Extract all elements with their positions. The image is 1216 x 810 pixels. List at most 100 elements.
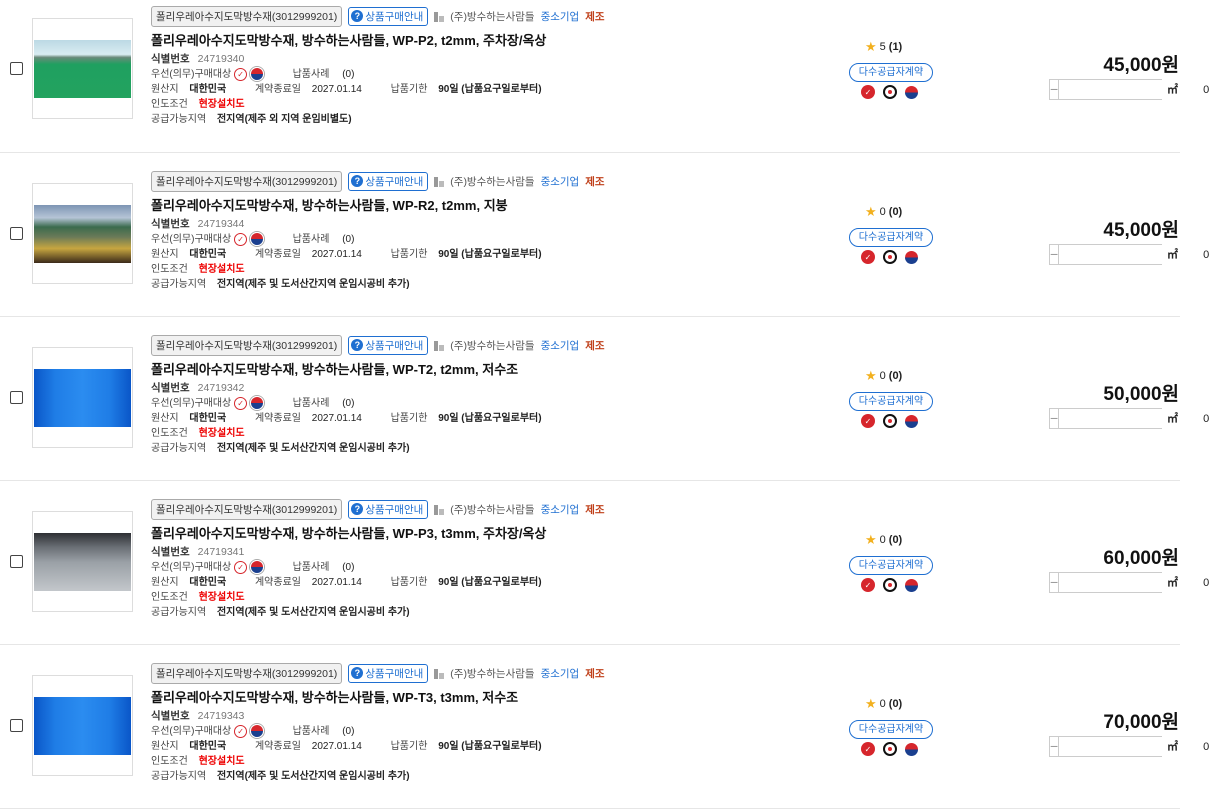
supply-area-value: 전지역(제주 및 도서산간지역 운임시공비 추가)	[216, 279, 410, 290]
category-tag[interactable]: 폴리우레아수지도막방수재(3012999201)	[151, 170, 343, 192]
company-name[interactable]: (주)방수하는사람들	[450, 174, 534, 189]
sme-badge: 중소기업	[540, 175, 580, 188]
rating-count[interactable]: (0)	[889, 370, 902, 382]
deadline-label: 납품기한	[390, 413, 428, 424]
meta-block: 우선(의무)구매대상 ✓ 납품사례 (0) 원산지 대한민국 계약종료일 202…	[151, 396, 1180, 456]
rating-count[interactable]: (1)	[889, 41, 902, 53]
delivery-case-value[interactable]: (0)	[342, 726, 354, 737]
product-thumbnail[interactable]	[32, 347, 133, 448]
meta-line-1: 우선(의무)구매대상 ✓ 납품사례 (0)	[151, 560, 1180, 575]
category-tag[interactable]: 폴리우레아수지도막방수재(3012999201)	[151, 5, 343, 27]
priority-cert-icon: ✓	[234, 560, 248, 574]
purchase-guide-tag[interactable]: ? 상품구매안내	[348, 663, 429, 683]
company-name[interactable]: (주)방수하는사람들	[450, 502, 534, 517]
product-title[interactable]: 폴리우레아수지도막방수재, 방수하는사람들, WP-P2, t2mm, 주차장/…	[151, 30, 1180, 48]
delivery-case-value[interactable]: (0)	[342, 69, 354, 80]
contract-type-button[interactable]: 다수공급자계약	[849, 556, 933, 575]
star-icon: ★	[865, 204, 877, 219]
meta-line-1: 우선(의무)구매대상 ✓ 납품사례 (0)	[151, 724, 1180, 739]
select-checkbox[interactable]	[10, 719, 23, 732]
contract-end-value: 2027.01.14	[311, 577, 362, 588]
contract-type-button[interactable]: 다수공급자계약	[849, 63, 933, 82]
tag-line: 폴리우레아수지도막방수재(3012999201) ? 상품구매안내 (주)방수하는…	[151, 5, 1180, 27]
korea-cert-badge-icon	[905, 85, 918, 99]
manufacturer-badge: 제조	[585, 339, 605, 352]
building-icon	[434, 668, 445, 679]
deadline-label: 납품기한	[390, 249, 428, 260]
select-checkbox[interactable]	[10, 227, 23, 240]
meta-line-4: 공급가능지역 전지역(제주 및 도서산간지역 운임시공비 추가)	[151, 769, 1180, 784]
product-title[interactable]: 폴리우레아수지도막방수재, 방수하는사람들, WP-T3, t3mm, 저수조	[151, 687, 1180, 705]
price: 50,000원	[1103, 384, 1179, 405]
select-checkbox[interactable]	[10, 391, 23, 404]
korea-cert-badge-icon	[905, 742, 918, 756]
rating-count[interactable]: (0)	[889, 534, 902, 546]
product-thumbnail[interactable]	[32, 511, 133, 612]
id-line: 식별번호 24719340	[151, 51, 1180, 65]
deadline-label: 납품기한	[390, 84, 428, 95]
product-info: 폴리우레아수지도막방수재(3012999201) ? 상품구매안내 (주)방수하는…	[151, 5, 1180, 127]
contract-type-button[interactable]: 다수공급자계약	[849, 392, 933, 411]
qty-minus-button[interactable]: −	[1050, 409, 1060, 428]
qty-input[interactable]	[1059, 80, 1216, 99]
select-checkbox[interactable]	[10, 62, 23, 75]
product-title[interactable]: 폴리우레아수지도막방수재, 방수하는사람들, WP-R2, t2mm, 지붕	[151, 195, 1180, 213]
qty-input[interactable]	[1059, 737, 1216, 756]
qty-minus-button[interactable]: −	[1050, 573, 1060, 592]
product-thumbnail[interactable]	[32, 18, 133, 119]
category-tag[interactable]: 폴리우레아수지도막방수재(3012999201)	[151, 662, 343, 684]
company-name[interactable]: (주)방수하는사람들	[450, 338, 534, 353]
delivery-cond-value: 현장설치도	[198, 99, 245, 110]
supply-area-value: 전지역(제주 및 도서산간지역 운임시공비 추가)	[216, 443, 410, 454]
supply-area-value: 전지역(제주 및 도서산간지역 운임시공비 추가)	[216, 771, 410, 782]
id-line: 식별번호 24719341	[151, 544, 1180, 558]
product-title[interactable]: 폴리우레아수지도막방수재, 방수하는사람들, WP-P3, t3mm, 주차장/…	[151, 523, 1180, 541]
company-name[interactable]: (주)방수하는사람들	[450, 666, 534, 681]
product-title[interactable]: 폴리우레아수지도막방수재, 방수하는사람들, WP-T2, t2mm, 저수조	[151, 359, 1180, 377]
purchase-guide-tag[interactable]: ? 상품구매안내	[348, 171, 429, 191]
product-thumbnail[interactable]	[32, 183, 133, 284]
sme-badge: 중소기업	[540, 339, 580, 352]
product-image	[34, 533, 131, 591]
qty-input[interactable]	[1059, 409, 1216, 428]
rating: ★ 5 (1)	[865, 39, 902, 55]
purchase-guide-tag[interactable]: ? 상품구매안내	[348, 499, 429, 519]
unit-label: ㎡	[1167, 84, 1178, 96]
company-name[interactable]: (주)방수하는사람들	[450, 9, 534, 24]
qty-input[interactable]	[1059, 245, 1216, 264]
delivery-case-label: 납품사례	[292, 726, 330, 737]
delivery-case-value[interactable]: (0)	[342, 234, 354, 245]
id-line: 식별번호 24719343	[151, 708, 1180, 722]
delivery-case-value[interactable]: (0)	[342, 562, 354, 573]
category-tag[interactable]: 폴리우레아수지도막방수재(3012999201)	[151, 498, 343, 520]
supply-area-label: 공급가능지역	[151, 771, 207, 782]
delivery-case-label: 납품사례	[292, 398, 330, 409]
id-line: 식별번호 24719344	[151, 216, 1180, 230]
priority-label: 우선(의무)구매대상	[151, 398, 232, 409]
rating-count[interactable]: (0)	[889, 206, 902, 218]
purchase-guide-tag[interactable]: ? 상품구매안내	[348, 6, 429, 26]
id-label: 식별번호	[151, 710, 190, 722]
qty-input[interactable]	[1059, 573, 1216, 592]
category-tag[interactable]: 폴리우레아수지도막방수재(3012999201)	[151, 334, 343, 356]
supply-area-value: 전지역(제주 및 도서산간지역 운임시공비 추가)	[216, 607, 410, 618]
purchase-guide-tag[interactable]: ? 상품구매안내	[348, 335, 429, 355]
qty-minus-button[interactable]: −	[1050, 737, 1060, 756]
manufacturer-badge: 제조	[585, 175, 605, 188]
qty-minus-button[interactable]: −	[1050, 80, 1060, 99]
contract-type-button[interactable]: 다수공급자계약	[849, 720, 933, 739]
contract-end-label: 계약종료일	[254, 84, 301, 95]
quantity-stepper: − +	[1049, 79, 1216, 100]
rating-count[interactable]: (0)	[889, 698, 902, 710]
price: 60,000원	[1103, 548, 1179, 569]
contract-type-button[interactable]: 다수공급자계약	[849, 228, 933, 247]
delivery-case-value[interactable]: (0)	[342, 398, 354, 409]
sme-badge: 중소기업	[540, 503, 580, 516]
select-checkbox[interactable]	[10, 555, 23, 568]
fire-cert-icon	[883, 578, 897, 592]
product-thumbnail[interactable]	[32, 675, 133, 776]
tag-line: 폴리우레아수지도막방수재(3012999201) ? 상품구매안내 (주)방수하는…	[151, 662, 1180, 684]
qty-minus-button[interactable]: −	[1050, 245, 1060, 264]
origin-value: 대한민국	[189, 413, 227, 424]
meta-line-2: 원산지 대한민국 계약종료일 2027.01.14 납품기한 90일 (납품요구…	[151, 247, 1180, 262]
